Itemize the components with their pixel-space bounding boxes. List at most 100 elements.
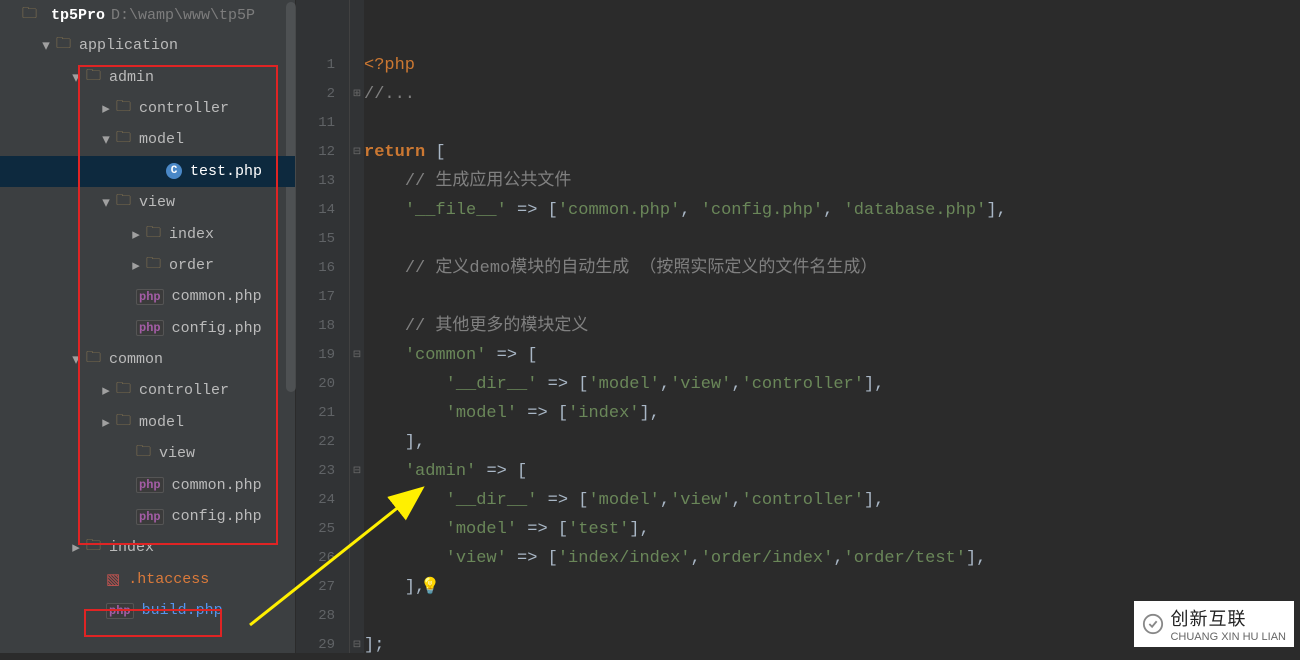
chevron-down-icon[interactable]: ▾ xyxy=(100,130,112,149)
line-number[interactable]: 21 xyxy=(296,399,349,428)
code-line[interactable]: 'view' => ['index/index','order/index','… xyxy=(364,544,1300,573)
line-number[interactable]: 2 xyxy=(296,80,349,109)
line-number[interactable]: 16 xyxy=(296,254,349,283)
tree-row-view[interactable]: ▸🗀view xyxy=(0,438,295,469)
tree-item-label: controller xyxy=(139,382,229,399)
tree-row-config-php[interactable]: ▸phpconfig.php xyxy=(0,501,295,532)
code-line[interactable]: '__file__' => ['common.php', 'config.php… xyxy=(364,196,1300,225)
code-editor[interactable]: 1211121314151617181920212223242526272829… xyxy=(296,0,1300,653)
code-line[interactable] xyxy=(364,109,1300,138)
code-line[interactable]: 'common' => [ xyxy=(364,341,1300,370)
line-number[interactable]: 13 xyxy=(296,167,349,196)
code-line[interactable] xyxy=(364,283,1300,312)
chevron-right-icon[interactable]: ▸ xyxy=(130,256,142,275)
fold-marker xyxy=(350,196,364,225)
line-number[interactable]: 26 xyxy=(296,544,349,573)
php-file-icon: php xyxy=(106,603,134,619)
code-line[interactable]: ], xyxy=(364,428,1300,457)
line-number[interactable]: 1 xyxy=(296,51,349,80)
code-line[interactable]: 'admin' => [ xyxy=(364,457,1300,486)
code-line[interactable]: '__dir__' => ['model','view','controller… xyxy=(364,486,1300,515)
code-line[interactable]: // 其他更多的模块定义 xyxy=(364,312,1300,341)
chevron-right-icon[interactable]: ▸ xyxy=(70,538,82,557)
tree-row-index[interactable]: ▸🗀index xyxy=(0,532,295,563)
project-sidebar[interactable]: 🗀 tp5Pro D:\wamp\www\tp5P ▾🗀application▾… xyxy=(0,0,296,653)
tree-row-controller[interactable]: ▸🗀controller xyxy=(0,93,295,124)
folder-icon: 🗀 xyxy=(116,410,131,435)
line-number[interactable]: 17 xyxy=(296,283,349,312)
chevron-right-icon[interactable]: ▸ xyxy=(100,413,112,432)
code-line[interactable]: '__dir__' => ['model','view','controller… xyxy=(364,370,1300,399)
fold-marker xyxy=(350,428,364,457)
folder-icon: 🗀 xyxy=(136,441,151,466)
line-number[interactable]: 14 xyxy=(296,196,349,225)
code-line[interactable]: 'model' => ['index'], xyxy=(364,399,1300,428)
tree-row-controller[interactable]: ▸🗀controller xyxy=(0,375,295,406)
fold-marker[interactable]: ⊞ xyxy=(350,80,364,109)
code-line[interactable]: //... xyxy=(364,80,1300,109)
code-line[interactable] xyxy=(364,225,1300,254)
tree-row-view[interactable]: ▾🗀view xyxy=(0,187,295,218)
line-number-gutter[interactable]: 1211121314151617181920212223242526272829 xyxy=(296,0,350,653)
chevron-down-icon[interactable]: ▾ xyxy=(40,36,52,55)
line-number[interactable]: 18 xyxy=(296,312,349,341)
chevron-right-icon[interactable]: ▸ xyxy=(100,99,112,118)
intention-bulb-icon[interactable]: 💡 xyxy=(420,576,440,596)
tree-item-label: index xyxy=(109,539,154,556)
line-number[interactable]: 27 xyxy=(296,573,349,602)
fold-marker[interactable]: ⊟ xyxy=(350,631,364,660)
fold-marker xyxy=(350,109,364,138)
line-number[interactable]: 15 xyxy=(296,225,349,254)
tree-row-config-php[interactable]: ▸phpconfig.php xyxy=(0,313,295,344)
chevron-down-icon[interactable]: ▾ xyxy=(70,350,82,369)
chevron-down-icon[interactable]: ▾ xyxy=(70,68,82,87)
chevron-blank-icon: ▸ xyxy=(120,476,132,495)
fold-marker[interactable]: ⊟ xyxy=(350,457,364,486)
tree-row-build-php[interactable]: ▸phpbuild.php xyxy=(0,595,295,626)
tree-row-application[interactable]: ▾🗀application xyxy=(0,30,295,61)
chevron-blank-icon: ▸ xyxy=(90,570,102,589)
file-tree[interactable]: ▾🗀application▾🗀admin▸🗀controller▾🗀model▸… xyxy=(0,30,295,626)
fold-column[interactable]: ⊞⊟⊟⊟⊟ xyxy=(350,0,364,653)
chevron-blank-icon: ▸ xyxy=(120,319,132,338)
code-line[interactable]: 'model' => ['test'], xyxy=(364,515,1300,544)
tree-row-model[interactable]: ▸🗀model xyxy=(0,407,295,438)
chevron-right-icon[interactable]: ▸ xyxy=(100,381,112,400)
code-line[interactable]: <?php xyxy=(364,51,1300,80)
tree-row-common[interactable]: ▾🗀common xyxy=(0,344,295,375)
code-line[interactable]: // 定义demo模块的自动生成 （按照实际定义的文件名生成） xyxy=(364,254,1300,283)
code-area[interactable]: <?php//... return [ // 生成应用公共文件 '__file__… xyxy=(364,0,1300,653)
folder-icon: 🗀 xyxy=(86,347,101,372)
code-line[interactable]: // 生成应用公共文件 xyxy=(364,167,1300,196)
tree-item-label: view xyxy=(159,445,195,462)
tree-row-index[interactable]: ▸🗀index xyxy=(0,218,295,249)
line-number[interactable]: 11 xyxy=(296,109,349,138)
line-number[interactable]: 12 xyxy=(296,138,349,167)
code-line[interactable]: ], xyxy=(364,573,1300,602)
tree-row-test-php[interactable]: ▸Ctest.php xyxy=(0,156,295,187)
tree-row-common-php[interactable]: ▸phpcommon.php xyxy=(0,469,295,500)
line-number[interactable]: 29 xyxy=(296,631,349,660)
line-number[interactable]: 20 xyxy=(296,370,349,399)
tree-row-admin[interactable]: ▾🗀admin xyxy=(0,61,295,92)
fold-marker[interactable]: ⊟ xyxy=(350,138,364,167)
line-number[interactable]: 25 xyxy=(296,515,349,544)
folder-icon: 🗀 xyxy=(86,65,101,90)
tree-row-model[interactable]: ▾🗀model xyxy=(0,124,295,155)
tree-row-common-php[interactable]: ▸phpcommon.php xyxy=(0,281,295,312)
line-number[interactable]: 23 xyxy=(296,457,349,486)
project-root-row[interactable]: 🗀 tp5Pro D:\wamp\www\tp5P xyxy=(0,0,295,30)
watermark-brand: 创新互联 xyxy=(1170,605,1286,631)
chevron-down-icon[interactable]: ▾ xyxy=(100,193,112,212)
chevron-right-icon[interactable]: ▸ xyxy=(130,225,142,244)
chevron-blank-icon: ▸ xyxy=(120,507,132,526)
tree-row--htaccess[interactable]: ▸▧.htaccess xyxy=(0,564,295,595)
line-number[interactable]: 28 xyxy=(296,602,349,631)
code-line[interactable]: return [ xyxy=(364,138,1300,167)
tree-row-order[interactable]: ▸🗀order xyxy=(0,250,295,281)
line-number[interactable]: 19 xyxy=(296,341,349,370)
fold-marker[interactable]: ⊟ xyxy=(350,341,364,370)
line-number[interactable]: 24 xyxy=(296,486,349,515)
fold-marker xyxy=(350,370,364,399)
line-number[interactable]: 22 xyxy=(296,428,349,457)
